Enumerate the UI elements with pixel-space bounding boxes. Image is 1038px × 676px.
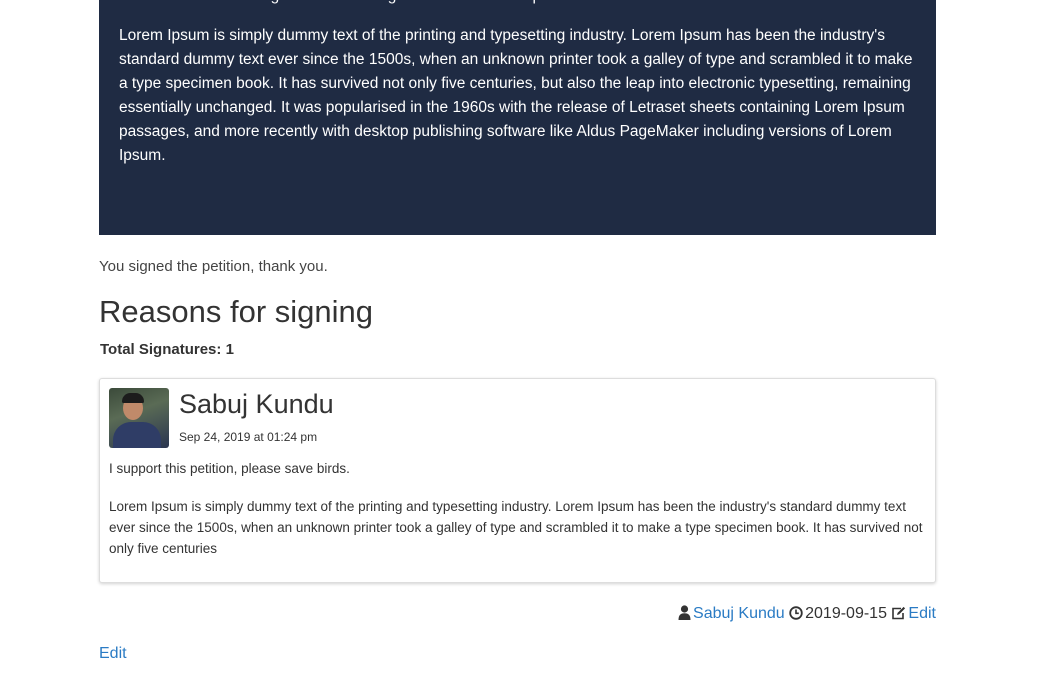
- total-signatures: Total Signatures: 1: [100, 341, 234, 358]
- signature-comment: Lorem Ipsum is simply dummy text of the …: [109, 499, 923, 556]
- signature-card: Sabuj Kundu Sep 24, 2019 at 01:24 pm I s…: [99, 378, 936, 583]
- clock-icon: [789, 606, 803, 626]
- description-paragraph: Lorem Ipsum is simply dummy text of the …: [119, 27, 913, 164]
- post-meta: Sabuj Kundu 2019-09-15 Edit: [678, 604, 936, 626]
- edit-icon: [891, 606, 906, 626]
- author-link[interactable]: Sabuj Kundu: [693, 605, 785, 622]
- post-date: 2019-09-15: [805, 605, 887, 622]
- meta-edit-link[interactable]: Edit: [908, 605, 936, 622]
- page: software like Aldus PageMaker including …: [0, 0, 1038, 676]
- petition-description-panel: software like Aldus PageMaker including …: [99, 0, 936, 235]
- edit-link[interactable]: Edit: [99, 644, 127, 664]
- reasons-heading: Reasons for signing: [99, 294, 373, 329]
- description-partial-line: software like Aldus PageMaker including …: [119, 0, 916, 8]
- signer-name: Sabuj Kundu: [179, 389, 334, 419]
- avatar: [109, 388, 169, 448]
- signature-date: Sep 24, 2019 at 01:24 pm: [179, 430, 318, 444]
- signature-reason: I support this petition, please save bir…: [109, 461, 350, 476]
- signed-status-message: You signed the petition, thank you.: [99, 258, 328, 275]
- user-icon: [678, 605, 691, 626]
